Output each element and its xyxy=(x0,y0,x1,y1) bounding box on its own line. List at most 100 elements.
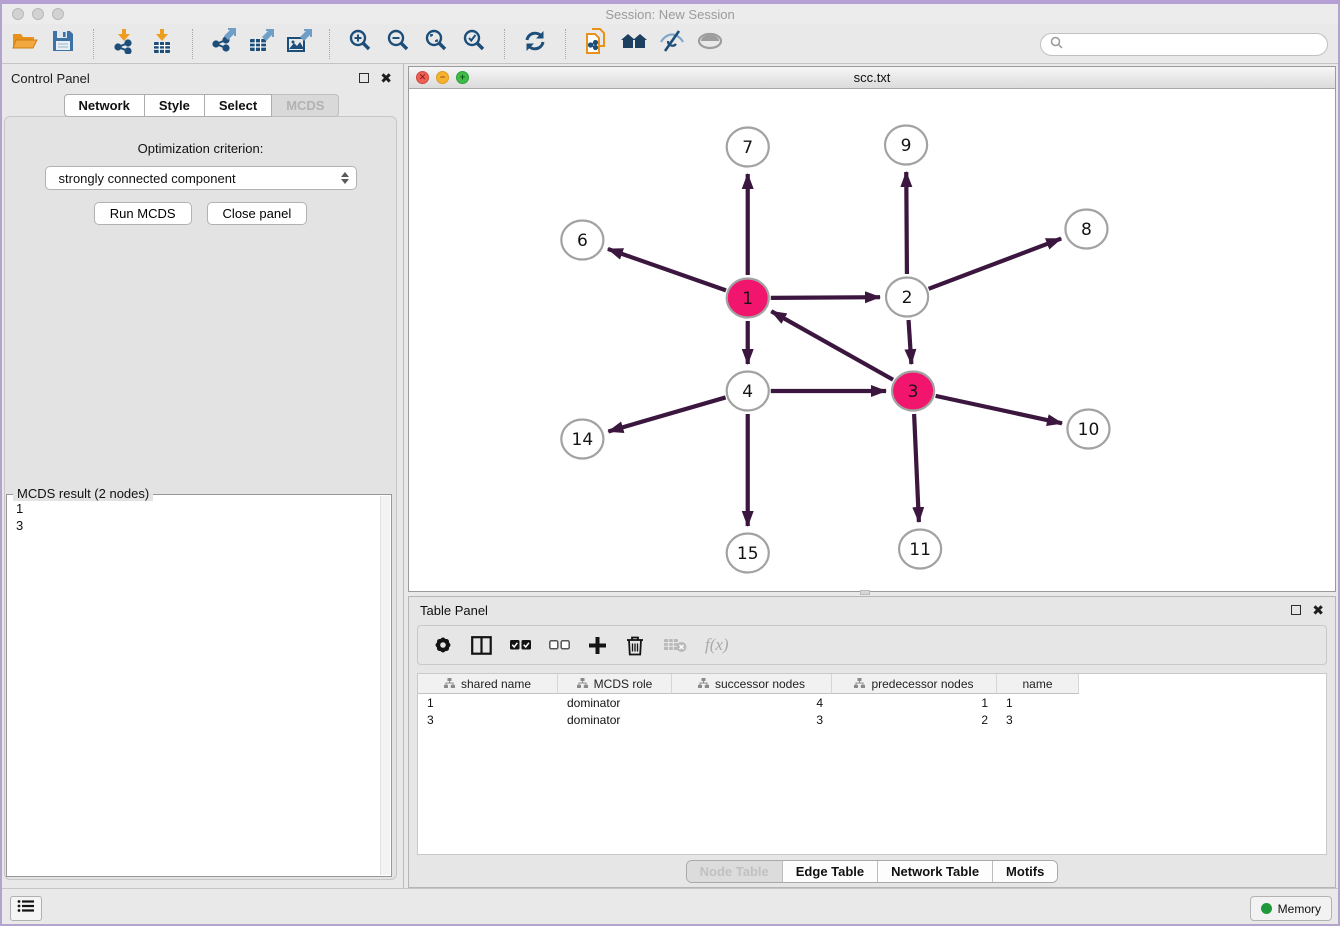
edge-3-11[interactable] xyxy=(914,414,919,522)
zoom-fit-button[interactable] xyxy=(421,29,451,59)
node-4[interactable]: 4 xyxy=(727,372,769,411)
hide-selected-button[interactable] xyxy=(657,29,687,59)
export-image-button[interactable] xyxy=(284,29,314,59)
zoom-out-button[interactable] xyxy=(383,29,413,59)
frame-minimize-icon[interactable]: − xyxy=(436,71,449,84)
zoom-in-button[interactable] xyxy=(345,29,375,59)
table-row[interactable]: 3dominator323 xyxy=(418,711,1326,728)
memory-button[interactable]: Memory xyxy=(1250,896,1332,921)
node-9[interactable]: 9 xyxy=(885,126,927,165)
export-table-button[interactable] xyxy=(246,29,276,59)
edge-2-8[interactable] xyxy=(929,239,1062,289)
search-input[interactable] xyxy=(1069,37,1318,52)
column-header-predecessor-nodes[interactable]: predecessor nodes xyxy=(832,674,997,694)
edge-1-2[interactable] xyxy=(771,297,880,298)
result-scrollbar[interactable] xyxy=(380,496,390,875)
delete-table-icon[interactable] xyxy=(663,637,687,653)
node-8[interactable]: 8 xyxy=(1065,210,1107,249)
edge-4-14[interactable] xyxy=(608,397,725,431)
tab-select[interactable]: Select xyxy=(205,94,272,117)
add-column-icon[interactable] xyxy=(588,636,607,655)
frame-close-icon[interactable]: ✕ xyxy=(416,71,429,84)
node-2[interactable]: 2 xyxy=(886,278,928,317)
tab-motifs[interactable]: Motifs xyxy=(992,861,1057,882)
float-panel-icon[interactable] xyxy=(359,73,369,83)
tab-mcds[interactable]: MCDS xyxy=(272,94,339,117)
maximize-window-icon[interactable] xyxy=(52,8,64,20)
frame-maximize-icon[interactable]: + xyxy=(456,71,469,84)
network-canvas[interactable]: 7 9 6 8 1 2 4 3 14 10 15 11 xyxy=(409,89,1335,591)
edge-2-3[interactable] xyxy=(909,320,912,364)
table-row[interactable]: 1dominator411 xyxy=(418,694,1326,711)
float-table-panel-icon[interactable] xyxy=(1291,605,1301,615)
function-builder-icon[interactable]: f(x) xyxy=(705,635,729,655)
table-cell[interactable]: 2 xyxy=(832,713,997,727)
column-tree-icon xyxy=(698,677,709,691)
close-panel-button[interactable]: Close panel xyxy=(207,202,308,225)
tab-network-table[interactable]: Network Table xyxy=(877,861,992,882)
criterion-select[interactable]: strongly connected component xyxy=(45,166,357,190)
search-box[interactable] xyxy=(1040,33,1328,56)
select-all-checkboxes-icon[interactable] xyxy=(510,640,531,650)
zoom-selected-button[interactable] xyxy=(459,29,489,59)
deselect-all-checkboxes-icon[interactable] xyxy=(549,640,570,650)
import-table-button[interactable] xyxy=(147,29,177,59)
minimize-window-icon[interactable] xyxy=(32,8,44,20)
table-cell[interactable]: 3 xyxy=(672,713,832,727)
table-cell[interactable]: 3 xyxy=(997,713,1079,727)
save-session-button[interactable] xyxy=(48,29,78,59)
node-15[interactable]: 15 xyxy=(727,534,769,573)
edge-3-10[interactable] xyxy=(936,396,1062,423)
table-cell[interactable]: dominator xyxy=(558,713,672,727)
show-all-button[interactable] xyxy=(695,29,725,59)
mcds-result-line: 1 xyxy=(16,500,370,517)
panel-split-handle[interactable] xyxy=(860,590,870,595)
svg-text:8: 8 xyxy=(1081,220,1092,240)
table-cell[interactable]: 1 xyxy=(832,696,997,710)
window-title: Session: New Session xyxy=(605,7,734,22)
first-neighbors-button[interactable] xyxy=(619,29,649,59)
import-network-button[interactable] xyxy=(109,29,139,59)
table-cell[interactable]: 4 xyxy=(672,696,832,710)
apply-layout-button[interactable] xyxy=(520,29,550,59)
task-history-button[interactable] xyxy=(10,896,42,921)
node-10[interactable]: 10 xyxy=(1067,410,1109,449)
eye-icon xyxy=(696,30,724,57)
edge-2-9[interactable] xyxy=(906,172,907,274)
mcds-result-text[interactable]: 13 xyxy=(9,497,377,874)
node-table[interactable]: shared nameMCDS rolesuccessor nodesprede… xyxy=(417,673,1327,855)
export-network-button[interactable] xyxy=(208,29,238,59)
edge-1-6[interactable] xyxy=(608,249,726,290)
column-tree-icon xyxy=(444,677,455,691)
tab-node-table[interactable]: Node Table xyxy=(687,861,782,882)
split-columns-icon[interactable] xyxy=(471,636,492,655)
column-header-shared-name[interactable]: shared name xyxy=(418,674,558,694)
svg-text:14: 14 xyxy=(572,430,594,450)
close-panel-icon[interactable]: ✖ xyxy=(380,71,392,85)
tab-style[interactable]: Style xyxy=(145,94,205,117)
column-header-name[interactable]: name xyxy=(997,674,1079,694)
table-cell[interactable]: dominator xyxy=(558,696,672,710)
column-header-MCDS-role[interactable]: MCDS role xyxy=(558,674,672,694)
node-6[interactable]: 6 xyxy=(561,221,603,260)
settings-gear-icon[interactable] xyxy=(433,635,453,655)
edge-3-1[interactable] xyxy=(771,311,893,379)
node-1[interactable]: 1 xyxy=(727,279,769,318)
table-tabs-group: Node TableEdge TableNetwork TableMotifs xyxy=(686,860,1059,883)
tab-edge-table[interactable]: Edge Table xyxy=(782,861,877,882)
open-session-button[interactable] xyxy=(10,29,40,59)
run-mcds-button[interactable]: Run MCDS xyxy=(94,202,192,225)
node-3[interactable]: 3 xyxy=(892,372,934,411)
new-network-from-selection-button[interactable] xyxy=(581,29,611,59)
table-cell[interactable]: 1 xyxy=(997,696,1079,710)
delete-column-icon[interactable] xyxy=(625,635,645,656)
node-11[interactable]: 11 xyxy=(899,530,941,569)
close-window-icon[interactable] xyxy=(12,8,24,20)
node-14[interactable]: 14 xyxy=(561,420,603,459)
node-7[interactable]: 7 xyxy=(727,128,769,167)
table-cell[interactable]: 1 xyxy=(418,696,558,710)
table-cell[interactable]: 3 xyxy=(418,713,558,727)
column-header-successor-nodes[interactable]: successor nodes xyxy=(672,674,832,694)
close-table-panel-icon[interactable]: ✖ xyxy=(1312,603,1324,617)
tab-network[interactable]: Network xyxy=(64,94,145,117)
